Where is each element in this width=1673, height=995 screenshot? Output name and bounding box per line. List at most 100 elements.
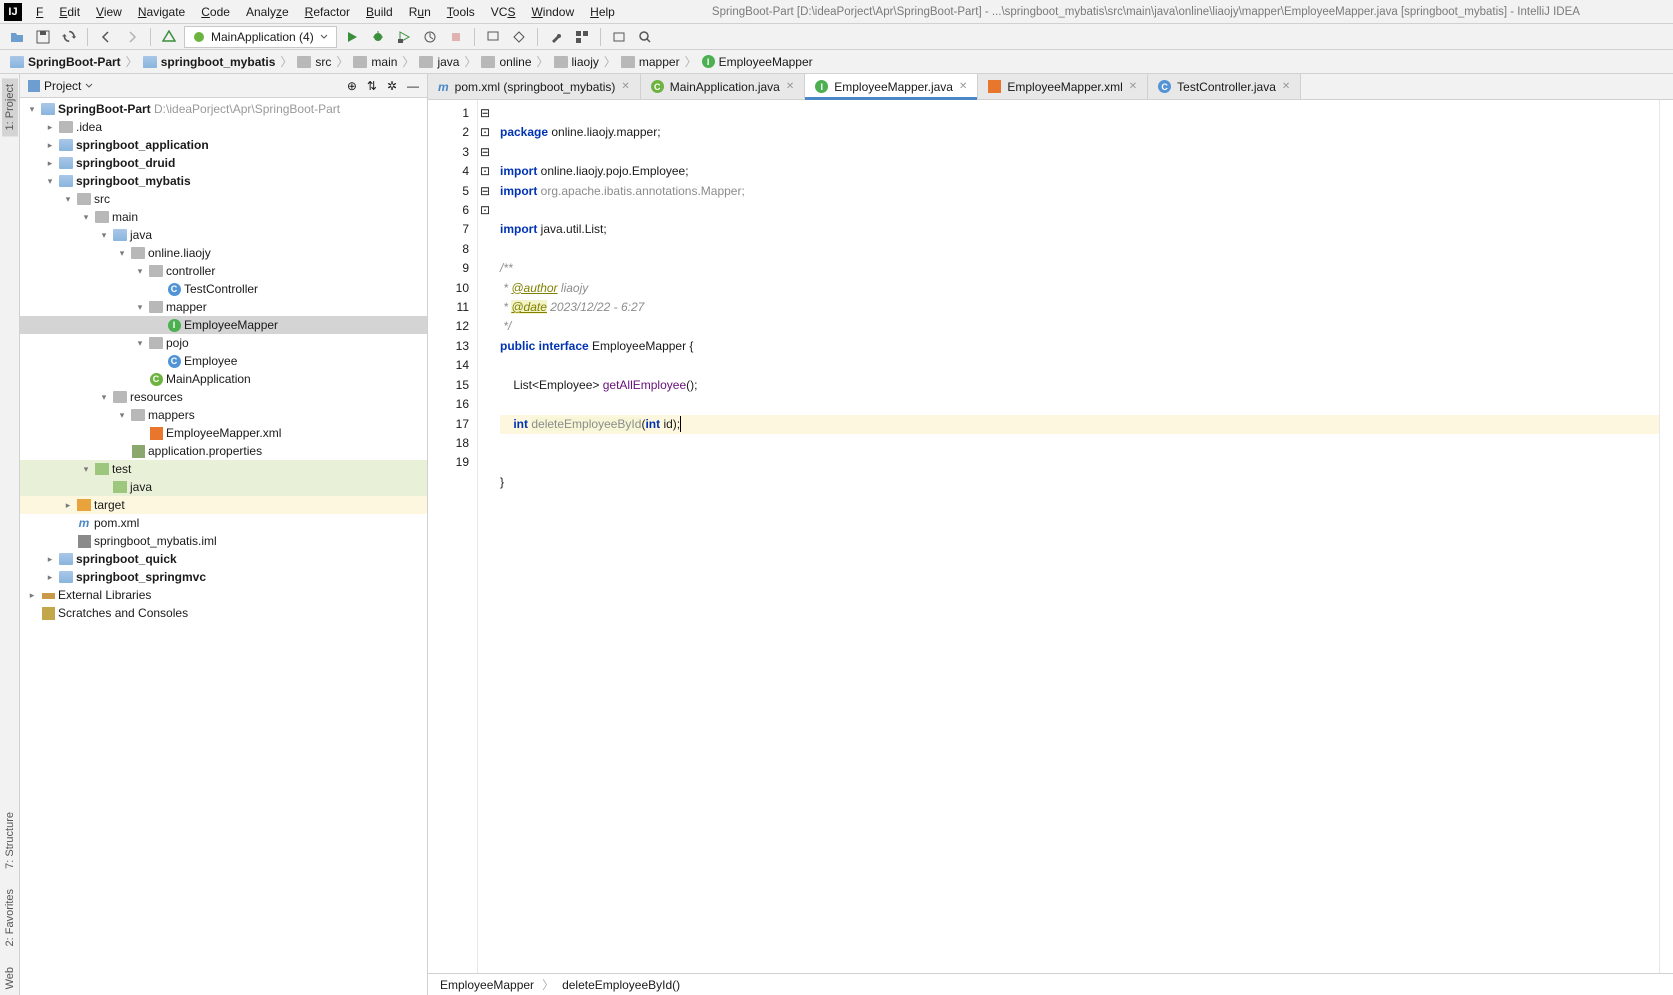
tree-item[interactable]: ▾springboot_mybatis: [20, 172, 427, 190]
tree-item[interactable]: ▾online.liaojy: [20, 244, 427, 262]
editor-body[interactable]: 12345678910111213141516171819 ⊟⊡⊟⊡⊟⊡ pac…: [428, 100, 1673, 973]
breadcrumb-item[interactable]: SpringBoot-Part: [6, 55, 125, 69]
tree-item[interactable]: ▾resources: [20, 388, 427, 406]
gutter-tab-project[interactable]: 1: Project: [2, 78, 18, 136]
menu-analyze[interactable]: Analyze: [238, 2, 297, 22]
tree-item[interactable]: springboot_mybatis.iml: [20, 532, 427, 550]
breadcrumb-item[interactable]: main: [349, 55, 401, 69]
tree-item[interactable]: ▾controller: [20, 262, 427, 280]
back-icon[interactable]: [95, 26, 117, 48]
editor-tab[interactable]: CTestController.java✕: [1148, 74, 1301, 99]
breadcrumb-item[interactable]: liaojy: [550, 55, 603, 69]
save-icon[interactable]: [32, 26, 54, 48]
tree-item[interactable]: application.properties: [20, 442, 427, 460]
chevron-down-icon[interactable]: [85, 82, 93, 90]
tree-item[interactable]: EmployeeMapper.xml: [20, 424, 427, 442]
menu-window[interactable]: Window: [523, 2, 582, 22]
close-icon[interactable]: ✕: [1282, 81, 1290, 92]
gutter-tab-structure[interactable]: 7: Structure: [2, 806, 18, 875]
tree-item-selected[interactable]: IEmployeeMapper: [20, 316, 427, 334]
sdk-icon[interactable]: [508, 26, 530, 48]
tree-item[interactable]: ▾mapper: [20, 298, 427, 316]
tree-item[interactable]: ▾java: [20, 226, 427, 244]
tree-item[interactable]: ▾pojo: [20, 334, 427, 352]
module-icon: [10, 56, 24, 68]
tree-item[interactable]: ▸.idea: [20, 118, 427, 136]
fold-gutter[interactable]: ⊟⊡⊟⊡⊟⊡: [478, 100, 492, 973]
tree-item[interactable]: CMainApplication: [20, 370, 427, 388]
breadcrumb-item[interactable]: online: [477, 55, 535, 69]
project-tree[interactable]: ▾SpringBoot-Part D:\ideaPorject\Apr\Spri…: [20, 98, 427, 995]
sync-icon[interactable]: [58, 26, 80, 48]
chevron-right-icon: 〉: [464, 53, 476, 70]
tree-item[interactable]: ▸springboot_druid: [20, 154, 427, 172]
coverage-icon[interactable]: [393, 26, 415, 48]
menubar: IJ F Edit View Navigate Code Analyze Ref…: [0, 0, 1673, 24]
tree-item[interactable]: ▸springboot_quick: [20, 550, 427, 568]
stop-icon[interactable]: [445, 26, 467, 48]
tree-item[interactable]: ▸springboot_application: [20, 136, 427, 154]
menu-run[interactable]: Run: [401, 2, 439, 22]
gutter-tab-favorites[interactable]: 2: Favorites: [2, 883, 18, 952]
menu-edit[interactable]: Edit: [51, 2, 88, 22]
settings-wrench-icon[interactable]: [545, 26, 567, 48]
editor-tab-active[interactable]: IEmployeeMapper.java✕: [805, 74, 978, 99]
open-icon[interactable]: [6, 26, 28, 48]
close-icon[interactable]: ✕: [786, 81, 794, 92]
menu-file[interactable]: F: [28, 2, 51, 22]
editor-tab[interactable]: CMainApplication.java✕: [641, 74, 805, 99]
close-icon[interactable]: ✕: [959, 81, 967, 92]
project-structure-icon[interactable]: [571, 26, 593, 48]
crumb-item[interactable]: EmployeeMapper: [440, 978, 534, 992]
debug-icon[interactable]: [367, 26, 389, 48]
profile-icon[interactable]: [419, 26, 441, 48]
project-tool-window: Project ⊕ ⇅ ✲ — ▾SpringBoot-Part D:\idea…: [20, 74, 428, 995]
code-editor[interactable]: package online.liaojy.mapper; import onl…: [492, 100, 1659, 973]
menu-view[interactable]: View: [88, 2, 130, 22]
avd-icon[interactable]: [482, 26, 504, 48]
tree-item[interactable]: ▸External Libraries: [20, 586, 427, 604]
breadcrumb-item[interactable]: mapper: [617, 55, 684, 69]
crumb-item[interactable]: deleteEmployeeById(): [562, 978, 680, 992]
run-icon[interactable]: [341, 26, 363, 48]
breadcrumb-item[interactable]: src: [293, 55, 335, 69]
ant-icon[interactable]: [608, 26, 630, 48]
search-icon[interactable]: [634, 26, 656, 48]
run-config-selector[interactable]: MainApplication (4): [184, 26, 337, 48]
tree-item[interactable]: ▾test: [20, 460, 427, 478]
tree-item-root[interactable]: ▾SpringBoot-Part D:\ideaPorject\Apr\Spri…: [20, 100, 427, 118]
menu-help[interactable]: Help: [582, 2, 623, 22]
tree-item[interactable]: ▾main: [20, 208, 427, 226]
close-icon[interactable]: ✕: [1129, 81, 1137, 92]
tree-item[interactable]: ▾mappers: [20, 406, 427, 424]
menu-refactor[interactable]: Refactor: [297, 2, 358, 22]
breadcrumb-item[interactable]: springboot_mybatis: [139, 55, 280, 69]
hide-icon[interactable]: —: [407, 79, 419, 93]
expand-icon[interactable]: ⇅: [367, 79, 377, 93]
tree-item[interactable]: CEmployee: [20, 352, 427, 370]
menu-vcs[interactable]: VCS: [483, 2, 524, 22]
gear-icon[interactable]: ✲: [387, 79, 397, 93]
build-icon[interactable]: [158, 26, 180, 48]
chevron-right-icon: 〉: [685, 53, 697, 70]
error-stripe[interactable]: [1659, 100, 1673, 973]
tree-item[interactable]: mpom.xml: [20, 514, 427, 532]
tree-item[interactable]: Scratches and Consoles: [20, 604, 427, 622]
menu-build[interactable]: Build: [358, 2, 401, 22]
menu-tools[interactable]: Tools: [439, 2, 483, 22]
close-icon[interactable]: ✕: [621, 81, 629, 92]
editor-tab[interactable]: mpom.xml (springboot_mybatis)✕: [428, 74, 641, 99]
forward-icon[interactable]: [121, 26, 143, 48]
tree-item[interactable]: CTestController: [20, 280, 427, 298]
gutter-tab-web[interactable]: Web: [2, 961, 18, 995]
locate-icon[interactable]: ⊕: [347, 79, 357, 93]
breadcrumb-item[interactable]: IEmployeeMapper: [698, 55, 817, 69]
tree-item[interactable]: ▸springboot_springmvc: [20, 568, 427, 586]
editor-tab[interactable]: EmployeeMapper.xml✕: [978, 74, 1148, 99]
menu-code[interactable]: Code: [193, 2, 238, 22]
tree-item[interactable]: ▸target: [20, 496, 427, 514]
tree-item[interactable]: ▾src: [20, 190, 427, 208]
menu-navigate[interactable]: Navigate: [130, 2, 193, 22]
tree-item[interactable]: java: [20, 478, 427, 496]
breadcrumb-item[interactable]: java: [415, 55, 463, 69]
